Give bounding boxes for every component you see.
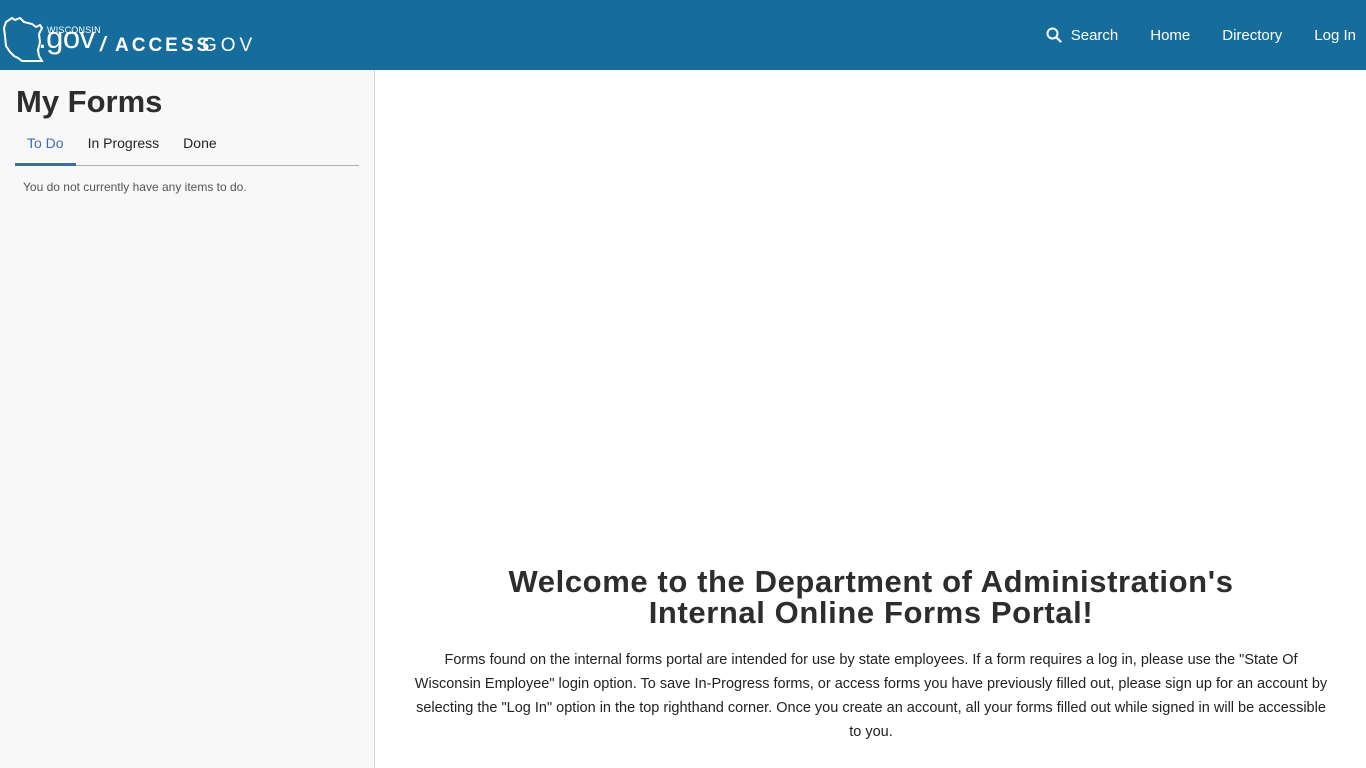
my-forms-sidebar: My Forms To Do In Progress Done You do n…	[0, 70, 375, 768]
tab-in-progress[interactable]: In Progress	[76, 133, 172, 166]
tab-done[interactable]: Done	[171, 133, 228, 166]
search-icon	[1046, 27, 1062, 43]
forms-tabs: To Do In Progress Done	[15, 133, 359, 166]
wisconsin-accessgov-logo[interactable]: WISCONSIN .gov / ACCESS GOV	[2, 8, 252, 62]
nav-home-link[interactable]: Home	[1150, 27, 1190, 44]
my-forms-title: My Forms	[16, 84, 163, 119]
welcome-heading-line1: Welcome to the Department of Administrat…	[508, 564, 1234, 599]
logo-access-text: ACCESS	[115, 35, 213, 56]
logo-separator: /	[100, 34, 106, 56]
tab-to-do[interactable]: To Do	[15, 133, 76, 166]
main-content: Welcome to the Department of Administrat…	[376, 70, 1366, 768]
logo-gov-text: .gov	[38, 20, 95, 55]
nav-directory-link[interactable]: Directory	[1222, 27, 1282, 44]
nav-login-link[interactable]: Log In	[1314, 27, 1356, 44]
portal-description: Forms found on the internal forms portal…	[414, 652, 1328, 740]
nav-search-label: Search	[1070, 26, 1119, 44]
main-nav: Search Home Directory Log In	[1046, 0, 1366, 70]
logo-gov-suffix: GOV	[202, 35, 257, 56]
site-header: WISCONSIN .gov / ACCESS GOV Search Home …	[0, 0, 1366, 70]
welcome-heading: Welcome to the Department of Administrat…	[376, 566, 1366, 628]
welcome-heading-line2: Internal Online Forms Portal!	[648, 595, 1094, 630]
empty-items-message: You do not currently have any items to d…	[23, 180, 247, 194]
nav-search-link[interactable]: Search	[1046, 26, 1119, 44]
